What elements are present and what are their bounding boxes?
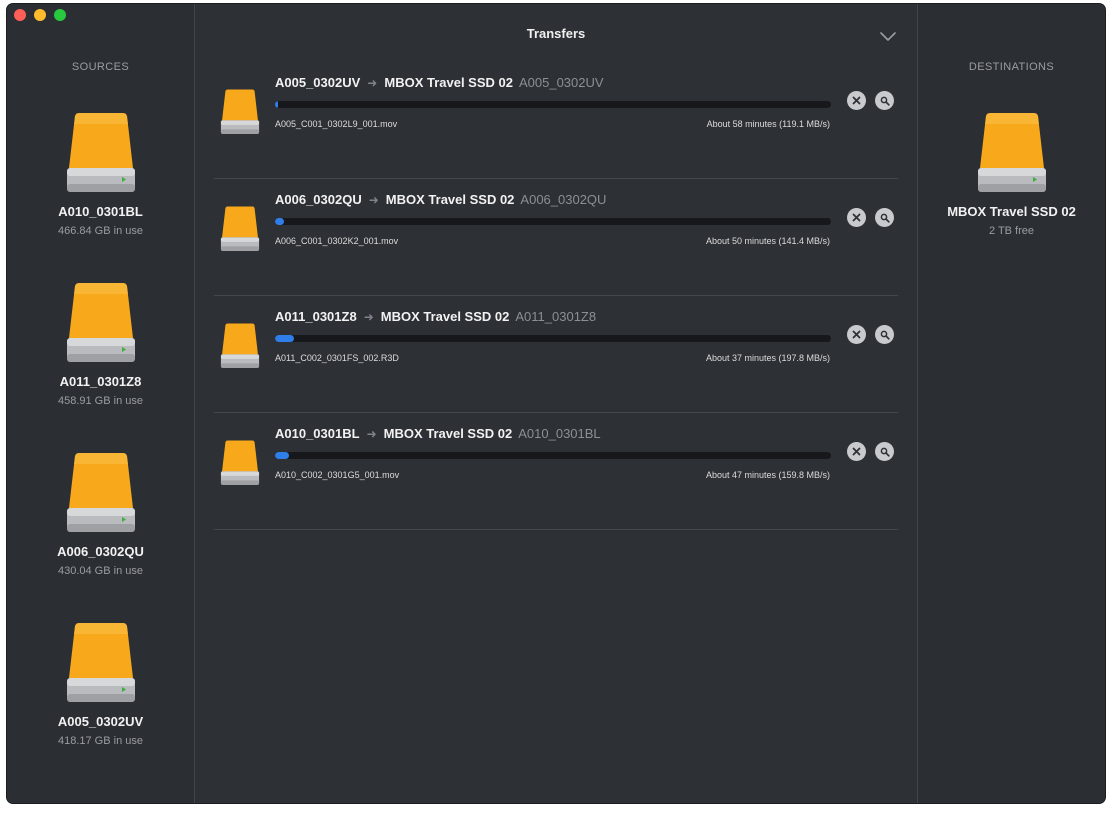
source-drive-name: A006_0302QU	[57, 544, 144, 559]
progress-bar	[275, 452, 831, 459]
arrow-right-icon: ➜	[363, 310, 374, 324]
hard-drive-icon	[977, 113, 1046, 192]
source-drive[interactable]: A005_0302UV 418.17 GB in use	[7, 622, 194, 747]
reveal-file-button[interactable]	[875, 442, 894, 461]
hard-drive-icon	[220, 206, 260, 251]
source-drive-usage: 466.84 GB in use	[57, 225, 143, 237]
source-drive[interactable]: A011_0301Z8 458.91 GB in use	[7, 282, 194, 407]
hard-drive-icon	[66, 453, 135, 532]
magnifier-icon	[880, 213, 890, 223]
progress-fill	[275, 335, 294, 342]
transfer-destination: MBOX Travel SSD 02	[380, 309, 510, 324]
transfer-folder: A011_0301Z8	[515, 309, 597, 324]
arrow-right-icon: ➜	[368, 193, 379, 207]
transfer-row: A011_0301Z8 ➜ MBOX Travel SSD 02 A011_0301Z…	[214, 295, 898, 413]
source-drive-usage: 458.91 GB in use	[57, 395, 143, 407]
source-drive-name: A011_0301Z8	[59, 374, 142, 389]
reveal-file-button[interactable]	[875, 91, 894, 110]
destinations-sidebar: DESTINATIONS MBOX Travel SSD 02 2 TB fre…	[917, 4, 1105, 803]
hard-drive-icon	[66, 113, 135, 192]
transfer-source: A005_0302UV	[275, 75, 361, 90]
hard-drive-icon	[220, 440, 260, 485]
progress-fill	[275, 452, 289, 459]
transfer-header: A011_0301Z8 ➜ MBOX Travel SSD 02 A011_0301Z…	[275, 309, 596, 324]
transfer-row: A010_0301BL ➜ MBOX Travel SSD 02 A010_0301B…	[214, 412, 898, 530]
source-drive-usage: 418.17 GB in use	[57, 735, 143, 747]
transfer-header: A010_0301BL ➜ MBOX Travel SSD 02 A010_0301B…	[275, 426, 601, 441]
source-drive-usage: 430.04 GB in use	[57, 565, 143, 577]
transfer-source: A006_0302QU	[275, 192, 362, 207]
minimize-window-button[interactable]	[34, 9, 46, 21]
transfer-filename: A010_C002_0301G5_001.mov	[275, 470, 400, 480]
transfer-filename: A006_C001_0302K2_001.mov	[275, 236, 399, 246]
sources-sidebar: SOURCES A010_0301BL 466.84 GB in use A01…	[7, 4, 195, 803]
source-drive[interactable]: A006_0302QU 430.04 GB in use	[7, 452, 194, 577]
transfer-folder: A010_0301BL	[518, 426, 601, 441]
reveal-file-button[interactable]	[875, 208, 894, 227]
hard-drive-icon	[220, 89, 260, 134]
hard-drive-icon	[66, 283, 135, 362]
transfer-row: A006_0302QU ➜ MBOX Travel SSD 02 A006_0302Q…	[214, 178, 898, 296]
transfer-header: A006_0302QU ➜ MBOX Travel SSD 02 A006_0302Q…	[275, 192, 606, 207]
sources-title: SOURCES	[71, 61, 130, 73]
transfer-destination: MBOX Travel SSD 02	[385, 192, 515, 207]
magnifier-icon	[880, 96, 890, 106]
destinations-title: DESTINATIONS	[968, 61, 1055, 73]
transfer-eta: About 37 minutes (197.8 MB/s)	[705, 353, 830, 363]
arrow-right-icon: ➜	[367, 76, 378, 90]
hard-drive-icon	[220, 323, 260, 368]
transfer-destination: MBOX Travel SSD 02	[384, 75, 513, 90]
progress-bar	[275, 218, 831, 225]
source-drive-name: A005_0302UV	[57, 714, 144, 729]
cancel-transfer-button[interactable]	[847, 442, 866, 461]
source-drive[interactable]: A010_0301BL 466.84 GB in use	[7, 112, 194, 237]
transfer-source: A010_0301BL	[275, 426, 360, 441]
transfer-eta: About 50 minutes (141.4 MB/s)	[705, 236, 830, 246]
cancel-transfer-button[interactable]	[847, 325, 866, 344]
magnifier-icon	[880, 330, 890, 340]
hard-drive-icon	[66, 623, 135, 702]
close-icon	[852, 447, 861, 456]
transfer-source: A011_0301Z8	[275, 309, 357, 324]
close-icon	[852, 96, 861, 105]
reveal-file-button[interactable]	[875, 325, 894, 344]
cancel-transfer-button[interactable]	[847, 91, 866, 110]
close-icon	[852, 213, 861, 222]
close-window-button[interactable]	[14, 9, 26, 21]
transfer-header: A005_0302UV ➜ MBOX Travel SSD 02 A005_0302U…	[275, 75, 604, 90]
transfer-filename: A011_C002_0301FS_002.R3D	[275, 353, 399, 363]
app-window: SOURCES A010_0301BL 466.84 GB in use A01…	[7, 4, 1105, 803]
transfer-destination: MBOX Travel SSD 02	[383, 426, 513, 441]
source-drive-name: A010_0301BL	[58, 204, 143, 219]
traffic-lights	[14, 9, 66, 21]
progress-bar	[275, 101, 831, 108]
page-title: Transfers	[526, 26, 586, 41]
close-icon	[852, 330, 861, 339]
destination-drive-name: MBOX Travel SSD 02	[947, 204, 1076, 219]
destination-drive[interactable]: MBOX Travel SSD 02 2 TB free	[918, 112, 1105, 237]
destination-drive-free: 2 TB free	[988, 225, 1035, 237]
transfer-folder: A005_0302UV	[518, 75, 604, 90]
cancel-transfer-button[interactable]	[847, 208, 866, 227]
progress-fill	[275, 218, 285, 225]
chevron-down-icon[interactable]	[879, 30, 897, 42]
zoom-window-button[interactable]	[54, 9, 66, 21]
progress-fill	[275, 101, 278, 108]
progress-bar	[275, 335, 831, 342]
magnifier-icon	[880, 447, 890, 457]
arrow-right-icon: ➜	[366, 427, 377, 441]
transfer-eta: About 47 minutes (159.8 MB/s)	[705, 470, 830, 480]
transfers-panel: Transfers A005_0302UV ➜ MBOX Travel SSD 02…	[195, 4, 917, 803]
transfer-folder: A006_0302QU	[520, 192, 607, 207]
transfer-eta: About 58 minutes (119.1 MB/s)	[706, 119, 830, 129]
transfer-filename: A005_C001_0302L9_001.mov	[275, 119, 398, 129]
transfer-row: A005_0302UV ➜ MBOX Travel SSD 02 A005_0302U…	[214, 61, 898, 179]
